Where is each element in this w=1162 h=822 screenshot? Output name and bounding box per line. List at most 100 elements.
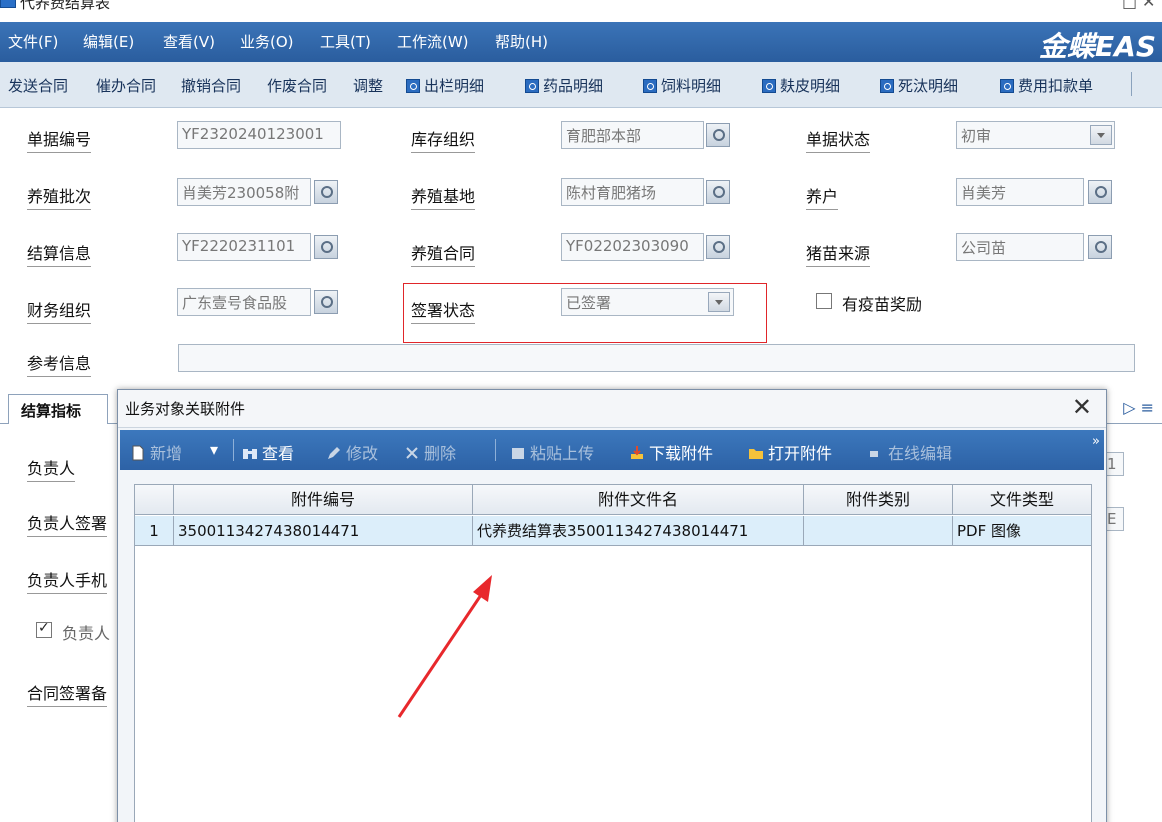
- source-field[interactable]: 公司苗: [956, 233, 1084, 261]
- owner-sign-field-edge[interactable]: E: [1104, 507, 1124, 531]
- base-search-icon[interactable]: [706, 180, 730, 204]
- settle-field[interactable]: YF2220231101: [177, 233, 311, 261]
- column-header[interactable]: 附件文件名: [473, 485, 804, 515]
- fin-org-field[interactable]: 广东壹号食品股: [177, 288, 311, 316]
- menu-tools[interactable]: 工具(T): [320, 31, 371, 52]
- query-icon: [643, 79, 657, 93]
- cull-detail-button[interactable]: 死汰明细: [880, 75, 958, 96]
- menu-bar: 文件(F) 编辑(E) 查看(V) 业务(O) 工具(T) 工作流(W) 帮助(…: [0, 22, 1162, 63]
- doc-no-field[interactable]: YF2320240123001: [177, 121, 341, 149]
- farmer-field[interactable]: 肖美芳: [956, 178, 1084, 206]
- stock-org-label: 库存组织: [411, 126, 476, 153]
- menu-file[interactable]: 文件(F): [8, 31, 58, 52]
- paste-upload-button[interactable]: 粘贴上传: [510, 440, 594, 464]
- menu-business[interactable]: 业务(O): [240, 31, 294, 52]
- toolbar-divider: [1131, 72, 1132, 96]
- file-type-cell[interactable]: PDF 图像: [953, 516, 1091, 546]
- paste-icon: [512, 448, 524, 459]
- fee-deduction-button[interactable]: 费用扣款单: [1000, 75, 1093, 96]
- toolbar-divider: [233, 439, 234, 461]
- pencil-icon: [328, 447, 340, 459]
- vaccine-checkbox[interactable]: [816, 293, 832, 309]
- row-number-header: [135, 485, 174, 515]
- brand-logo: 金蝶EAS: [1039, 30, 1156, 63]
- source-label: 猪苗来源: [806, 240, 871, 267]
- settle-label: 结算信息: [27, 240, 92, 267]
- tab-settlement-index[interactable]: 结算指标: [8, 394, 108, 424]
- drug-detail-label: 药品明细: [543, 77, 604, 95]
- toolbar-overflow-icon[interactable]: »: [1092, 434, 1100, 449]
- doc-status-label: 单据状态: [806, 126, 871, 153]
- ref-field[interactable]: [178, 344, 1135, 372]
- farmer-search-icon[interactable]: [1088, 180, 1112, 204]
- send-contract-button[interactable]: 发送合同: [8, 75, 68, 96]
- binoculars-icon: [243, 449, 257, 459]
- new-button[interactable]: 新增: [130, 440, 182, 464]
- bran-detail-label: 麸皮明细: [780, 77, 841, 95]
- stock-org-field[interactable]: 育肥部本部: [561, 121, 704, 149]
- edit-label: 修改: [346, 444, 379, 463]
- revoke-contract-button[interactable]: 撤销合同: [181, 75, 241, 96]
- menu-edit[interactable]: 编辑(E): [83, 31, 134, 52]
- source-search-icon[interactable]: [1088, 235, 1112, 259]
- cull-detail-label: 死汰明细: [898, 77, 959, 95]
- query-icon: [880, 79, 894, 93]
- column-header[interactable]: 附件类别: [804, 485, 953, 515]
- online-edit-icon: [870, 451, 878, 457]
- adjust-button[interactable]: 调整: [353, 75, 383, 96]
- dialog-close-icon[interactable]: ✕: [1072, 393, 1092, 421]
- main-toolbar: 发送合同 催办合同 撤销合同 作废合同 调整 出栏明细 药品明细 饲料明细 麸皮…: [0, 62, 1162, 108]
- drug-detail-button[interactable]: 药品明细: [525, 75, 603, 96]
- delete-button[interactable]: 删除: [404, 440, 456, 464]
- highlight-box: [403, 283, 767, 343]
- column-header[interactable]: 文件类型: [953, 485, 1091, 515]
- feed-detail-button[interactable]: 饲料明细: [643, 75, 721, 96]
- column-header[interactable]: 附件编号: [174, 485, 473, 515]
- delete-icon: [406, 447, 418, 459]
- owner-checkbox[interactable]: [36, 620, 52, 638]
- dialog-title-bar: 业务对象关联附件 ✕: [118, 390, 1106, 428]
- menu-workflow[interactable]: 工作流(W): [397, 31, 469, 52]
- tab-scroll-icon[interactable]: ▷ ≡: [1123, 398, 1154, 417]
- query-icon: [406, 79, 420, 93]
- attachment-category-cell[interactable]: [804, 516, 953, 546]
- base-field[interactable]: 陈村育肥猪场: [561, 178, 704, 206]
- view-label: 查看: [262, 444, 295, 463]
- download-label: 下载附件: [649, 444, 714, 463]
- edit-button[interactable]: 修改: [326, 440, 378, 464]
- close-window-icon[interactable]: ✕: [1142, 0, 1155, 11]
- batch-search-icon[interactable]: [314, 180, 338, 204]
- new-dropdown-icon[interactable]: ▾: [210, 440, 218, 459]
- view-button[interactable]: 查看: [242, 440, 294, 464]
- void-contract-button[interactable]: 作废合同: [267, 75, 327, 96]
- open-attachment-button[interactable]: 打开附件: [748, 440, 832, 464]
- fin-org-search-icon[interactable]: [314, 290, 338, 314]
- attachment-table: 附件编号 附件文件名 附件类别 文件类型 1 35001134274380144…: [134, 484, 1092, 822]
- owner-phone-label: 负责人手机: [27, 567, 108, 594]
- urge-contract-button[interactable]: 催办合同: [96, 75, 156, 96]
- attachment-dialog: 业务对象关联附件 ✕ 新增 ▾ 查看 修改 删除 粘贴上传 下载附件 打开附件 …: [117, 389, 1107, 822]
- batch-field[interactable]: 肖美芳230058附: [177, 178, 311, 206]
- contract-field[interactable]: YF02202303090: [561, 233, 704, 261]
- contract-search-icon[interactable]: [706, 235, 730, 259]
- attachment-id-cell[interactable]: 3500113427438014471: [174, 516, 473, 546]
- contract-remark-label: 合同签署备: [27, 680, 108, 707]
- stock-org-search-icon[interactable]: [706, 123, 730, 147]
- doc-status-dropdown-icon[interactable]: [1090, 125, 1112, 145]
- owner-check-label: 负责人: [62, 624, 111, 643]
- contract-label: 养殖合同: [411, 240, 476, 267]
- out-detail-button[interactable]: 出栏明细: [406, 75, 484, 96]
- title-bar: 代养费结算表 □ ✕: [0, 0, 1162, 22]
- minimize-icon[interactable]: □: [1122, 0, 1137, 11]
- query-icon: [762, 79, 776, 93]
- owner-field-edge[interactable]: 1: [1104, 452, 1124, 476]
- online-edit-button[interactable]: 在线编辑: [868, 440, 952, 464]
- menu-view[interactable]: 查看(V): [163, 31, 215, 52]
- settle-search-icon[interactable]: [314, 235, 338, 259]
- out-detail-label: 出栏明细: [424, 77, 485, 95]
- bran-detail-button[interactable]: 麸皮明细: [762, 75, 840, 96]
- download-attachment-button[interactable]: 下载附件: [629, 440, 713, 464]
- table-row[interactable]: 1 3500113427438014471 代养费结算表350011342743…: [135, 516, 1091, 546]
- attachment-name-cell[interactable]: 代养费结算表3500113427438014471: [473, 516, 804, 546]
- menu-help[interactable]: 帮助(H): [495, 31, 548, 52]
